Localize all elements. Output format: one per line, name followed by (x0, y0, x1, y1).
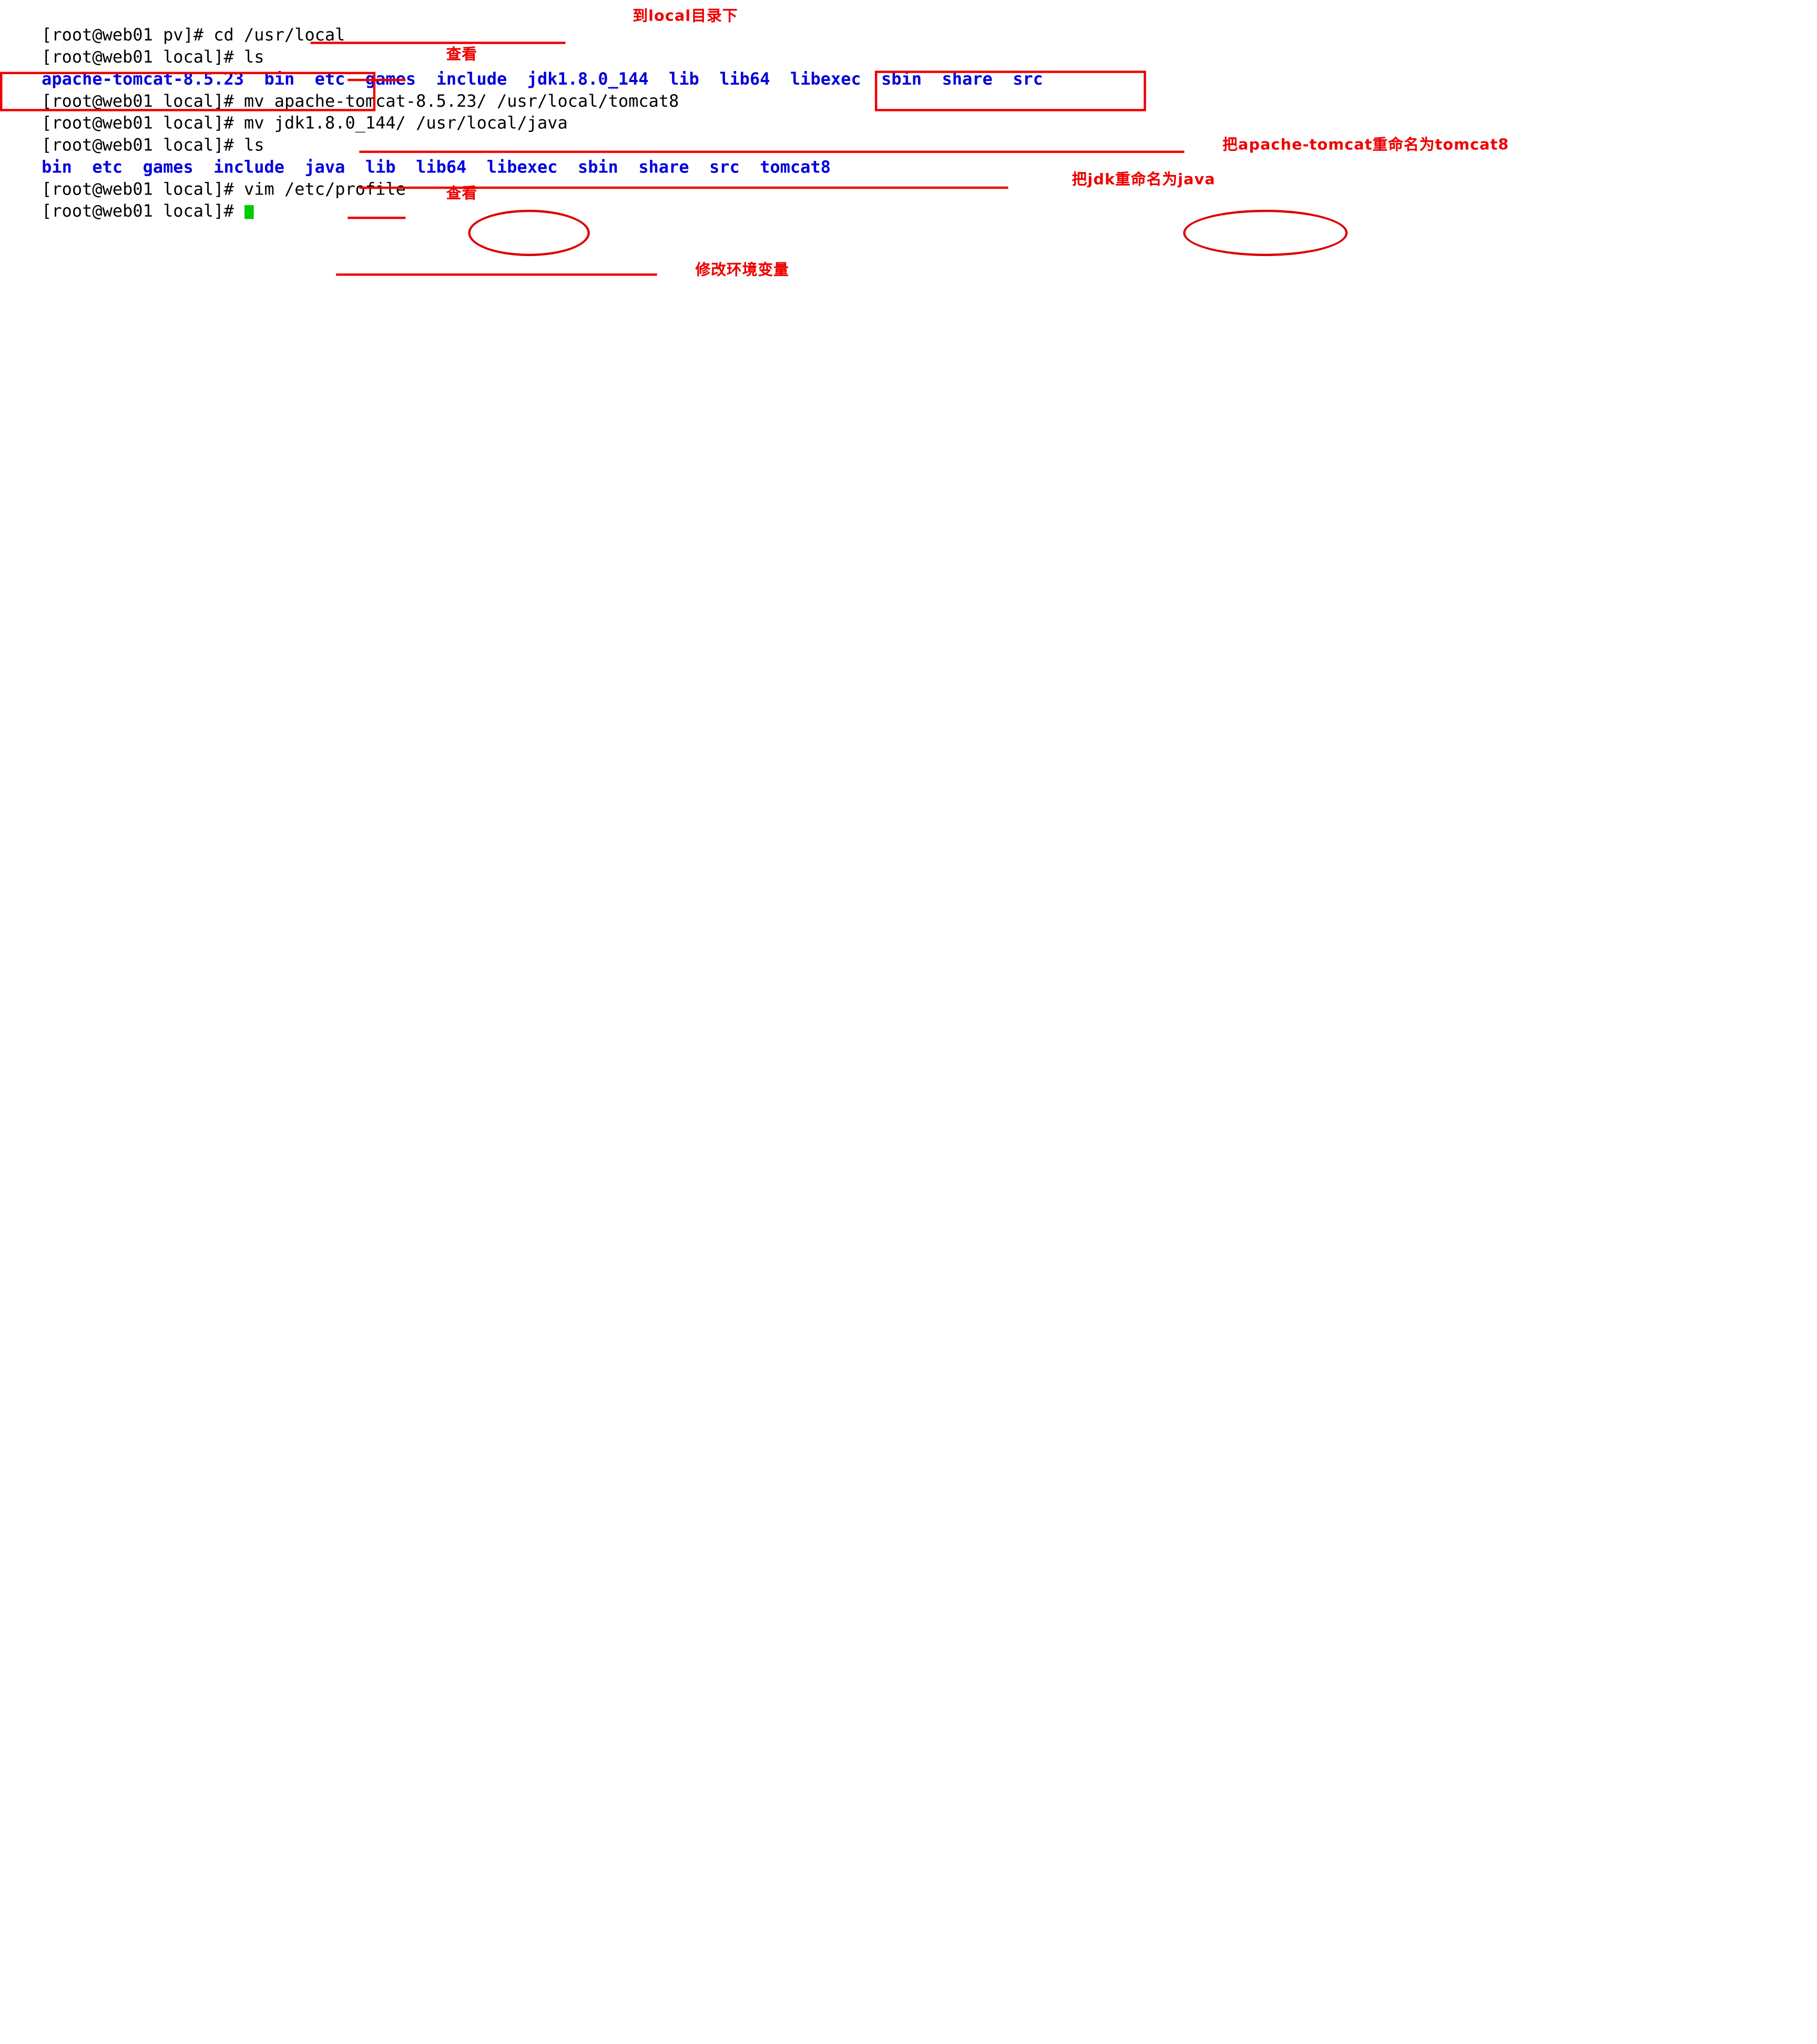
terminal-output-area: [root@web01 pv]# cd /usr/local [root@web… (0, 0, 1817, 221)
annotation-note: 修改环境变量 (695, 262, 790, 280)
annotation-overlay: 到local目录下 查看 把apache-tomcat重命名为tomcat8 把… (0, 0, 1817, 2044)
terminal-line: [root@web01 local]# vim /etc/profile (1, 158, 1817, 199)
terminal-line: apache-tomcat-8.5.23 bin etc games inclu… (1, 47, 1817, 89)
terminal-line: [root@web01 local]# mv apache-tomcat-8.5… (1, 69, 1817, 111)
annotation-circle-java (468, 209, 590, 257)
terminal-line: [root@web01 local]# (1, 180, 1817, 221)
terminal-cursor (244, 205, 253, 219)
annotation-underline-ls-2 (348, 217, 406, 219)
terminal-line: [root@web01 local]# mv jdk1.8.0_144/ /us… (1, 91, 1817, 133)
terminal-line: [root@web01 local]# ls (1, 114, 1817, 155)
annotation-circle-tomcat8 (1183, 209, 1348, 257)
terminal-line: bin etc games include java lib lib64 lib… (1, 136, 1817, 177)
terminal-line: [root@web01 local]# ls (1, 25, 1817, 67)
annotation-underline-vim (336, 273, 657, 276)
terminal-line: [root@web01 pv]# cd /usr/local (1, 4, 1817, 45)
shell-prompt: [root@web01 local]# (42, 202, 244, 221)
